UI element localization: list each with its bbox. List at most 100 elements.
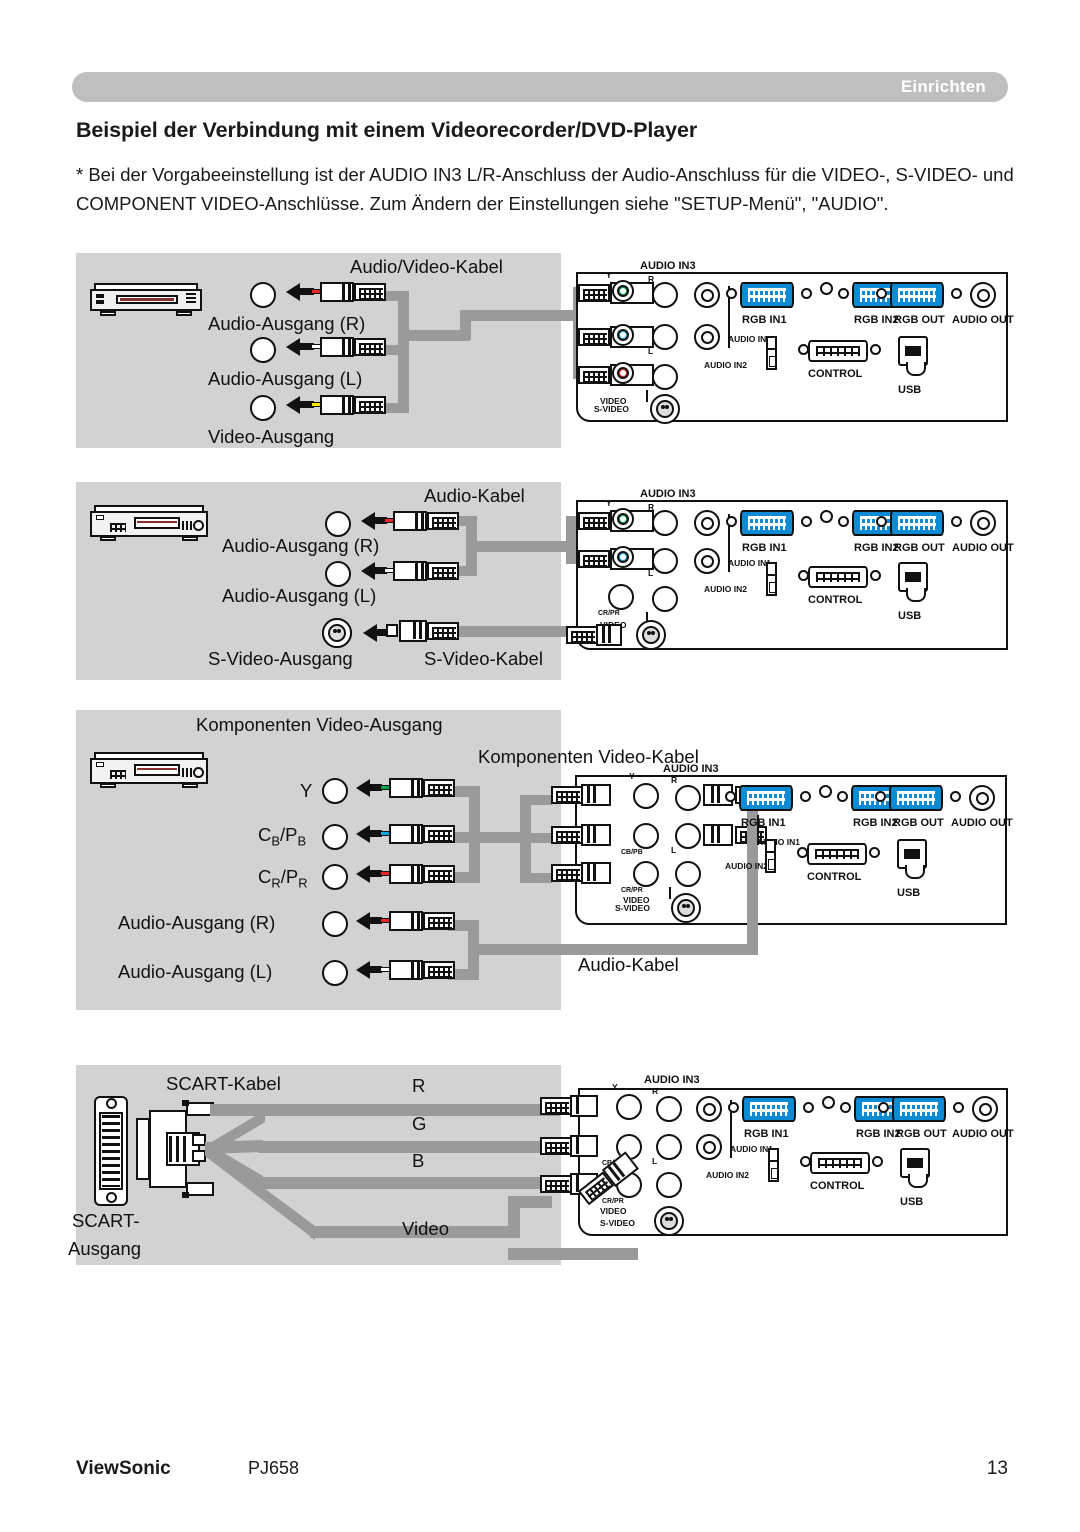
panel4-label-l: L (652, 1156, 658, 1166)
figure3-cable-cb (448, 832, 480, 843)
figure4-lead-g-fan (205, 1140, 263, 1154)
panel4-lead-audio-in (730, 1100, 732, 1158)
panel4-port-usb (900, 1148, 930, 1188)
panel1-label-audio-out: AUDIO OUT (952, 314, 1014, 326)
figure2-cable-mid (466, 541, 576, 552)
panel4-label-audio-out: AUDIO OUT (952, 1128, 1014, 1140)
panel4-label-rgb-in1: RGB IN1 (744, 1128, 789, 1140)
figure3-audio-cable-riser (747, 795, 758, 950)
panel3-label-l: L (671, 845, 677, 855)
panel2-label-audio-in3: AUDIO IN3 (640, 488, 696, 500)
panel2-jack-cbpb (612, 546, 634, 568)
panel3-jack-y (633, 783, 659, 809)
figure-av-cable: Audio/Video-Kabel Audio-Ausgang (R) Audi… (0, 0, 1080, 1532)
figure2-plug-audio-l (384, 561, 460, 581)
projector-panel-3: Y CB/PB CR/PR R L AUDIO IN3 AUDIO IN1 AU… (551, 763, 1013, 953)
panel2-jack-audio-in2 (694, 548, 720, 574)
panel3-audio-cable-in (747, 793, 758, 953)
panel4-label-s-video: S-VIDEO (600, 1218, 635, 1228)
panel4-label-control: CONTROL (810, 1180, 865, 1192)
figure2-label-svideo-out: S-Video-Ausgang (208, 648, 353, 669)
panel4-plug-g (540, 1134, 620, 1158)
projector-panel-2: Y R L CR/PR AUDIO IN3 AUDIO IN1 AUDIO IN… (566, 488, 1014, 650)
panel2-label-audio-in2: AUDIO IN2 (704, 584, 747, 594)
panel1-label-rgb-in2: RGB IN2 (854, 314, 899, 326)
figure2-cable-branch-2 (566, 554, 596, 564)
panel3-label-video: VIDEO (623, 895, 650, 905)
vcr-device-icon (90, 277, 202, 317)
panel2-cable-end-l (578, 550, 610, 568)
figure3-arrow-tail-crpr (370, 870, 382, 877)
figure2-jack-audio-r (325, 511, 351, 537)
panel2-jack-audio-in3-l (652, 548, 678, 574)
figure2-plug-audio-r (384, 511, 460, 531)
figure1-cable-riser (573, 287, 584, 379)
panel3-label-audio-in3: AUDIO IN3 (663, 763, 719, 775)
panel2-jack-s-video (636, 620, 666, 650)
panel1-label-audio-in3: AUDIO IN3 (640, 260, 696, 272)
figure1-arrow-video (286, 396, 300, 414)
figure4-lead-r (210, 1104, 560, 1116)
panel4-jack-audio-in3-r (656, 1096, 682, 1122)
figure4-lead-video-riser (508, 1196, 520, 1238)
figure3-cable-y (448, 786, 480, 797)
figure3-audio-cable-v (468, 920, 479, 980)
panel4-label-usb: USB (900, 1196, 924, 1208)
figure1-arrow-tail-video (300, 401, 314, 408)
panel2-label-rgb-in1: RGB IN1 (742, 542, 787, 554)
panel3-kensington-slot (765, 839, 776, 873)
panel3-label-usb: USB (897, 887, 921, 899)
figure1-arrow-tail-r (300, 288, 314, 295)
panel1-jack-cbpb (612, 324, 634, 346)
figure-audio-svideo: Audio-Kabel Audio-Ausgang (R) Audio-Ausg… (0, 0, 1080, 1532)
figure4-output-label-1: SCART- (72, 1210, 140, 1231)
figure1-label-video: Video-Ausgang (208, 426, 335, 447)
panel3-label-control: CONTROL (807, 871, 862, 883)
figure1-cable-branch-2 (573, 331, 603, 341)
figure2-arrow-l (361, 562, 375, 580)
figure3-audio-cable-label: Audio-Kabel (578, 954, 679, 975)
panel3-port-rgb-out (875, 783, 961, 813)
figure1-jack-audio-l (250, 337, 276, 363)
panel4-video-plug (576, 1137, 658, 1209)
figure3-heading: Komponenten Video-Ausgang (196, 714, 443, 735)
figure3-arrow-audio-l (356, 961, 370, 979)
panel3-jack-crpr (633, 861, 659, 887)
figure1-plug-video (311, 395, 387, 415)
figure3-background (76, 710, 561, 1010)
panel1-label-r: R (648, 274, 655, 284)
panel4-label-audio-in3: AUDIO IN3 (644, 1074, 700, 1086)
panel1-label-rgb-out: RGB OUT (894, 314, 945, 326)
panel4-port-rgb-out (878, 1094, 964, 1124)
panel4-label-r: R (652, 1086, 659, 1096)
figure3-audio-cable-r (448, 920, 478, 931)
panel1-label-y: Y (606, 270, 612, 280)
panel3-plug-cr (551, 861, 639, 885)
figure4-lead-label-video: Video (402, 1218, 449, 1239)
panel2-jack-crpr (608, 584, 634, 610)
panel4-jack-video (656, 1172, 682, 1198)
figure4-lead-label-g: G (412, 1113, 427, 1134)
panel3-lead-audio-in (757, 815, 759, 845)
panel4-jack-audio-in2 (696, 1134, 722, 1160)
panel4-label-crpr: CR/PR (602, 1198, 624, 1205)
panel3-port-audio-out (969, 785, 995, 811)
panel2-jack-y (612, 508, 634, 530)
panel2-port-rgb-in1 (726, 508, 812, 538)
figure4-lead-b (258, 1177, 560, 1189)
panel4-jack-s-video (654, 1206, 684, 1236)
panel2-kensington-slot (766, 562, 777, 596)
panel1-label-rgb-in1: RGB IN1 (742, 314, 787, 326)
panel4-label-rgb-in2: RGB IN2 (856, 1128, 901, 1140)
scart-plug-icon (136, 1100, 218, 1200)
panel4-label-video: VIDEO (600, 1206, 627, 1216)
figure4-lead-g (258, 1141, 560, 1153)
figure4-background (76, 1065, 561, 1265)
figure3-jack-audio-r (322, 911, 348, 937)
panel2-label-usb: USB (898, 610, 922, 622)
panel4-port-rgb-in1 (728, 1094, 814, 1124)
panel3-plug-y (551, 783, 639, 807)
panel3-plug-audio-l (703, 823, 803, 847)
figure2-cable-branch-1 (566, 516, 596, 526)
panel2-svideo-plug (566, 624, 638, 646)
